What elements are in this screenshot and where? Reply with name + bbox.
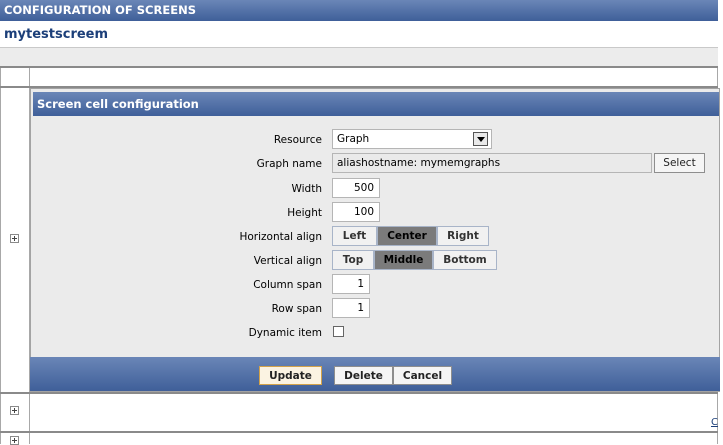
page-title: CONFIGURATION OF SCREENS [4, 3, 196, 17]
height-label: Height [287, 207, 322, 219]
corner-link-fragment[interactable]: C [711, 417, 718, 428]
cancel-button[interactable]: Cancel [393, 366, 452, 385]
column-span-label: Column span [253, 279, 322, 291]
valign-bottom-button[interactable]: Bottom [433, 250, 497, 270]
resource-value: Graph [337, 133, 370, 145]
height-input[interactable]: 100 [332, 202, 380, 222]
update-button[interactable]: Update [259, 366, 322, 385]
grid-row-divider [0, 431, 718, 433]
dynamic-item-checkbox[interactable] [333, 326, 344, 337]
grid-row-divider [0, 392, 718, 394]
toolbar-strip [0, 48, 718, 68]
dynamic-item-label: Dynamic item [248, 327, 322, 339]
column-span-input[interactable]: 1 [332, 274, 370, 294]
valign-middle-button[interactable]: Middle [374, 250, 433, 270]
row-span-label: Row span [271, 303, 322, 315]
row-span-input[interactable]: 1 [332, 298, 370, 318]
select-button[interactable]: Select [654, 153, 705, 173]
expand-plus-icon[interactable] [10, 406, 19, 415]
screen-name: mytestscreem [4, 27, 109, 42]
screen-name-row: mytestscreem [0, 21, 718, 48]
horizontal-align-label: Horizontal align [239, 231, 322, 243]
graph-name-label: Graph name [256, 158, 322, 170]
width-label: Width [291, 183, 322, 195]
halign-center-button[interactable]: Center [377, 226, 437, 246]
resource-select[interactable]: Graph [332, 129, 492, 149]
graph-name-field[interactable]: aliashostname: mymemgraphs [332, 153, 652, 173]
panel-header: Screen cell configuration [33, 92, 719, 116]
halign-right-button[interactable]: Right [437, 226, 489, 246]
valign-top-button[interactable]: Top [332, 250, 374, 270]
delete-button[interactable]: Delete [334, 366, 393, 385]
expand-plus-icon[interactable] [10, 234, 19, 243]
panel-title: Screen cell configuration [37, 97, 199, 111]
grid-divider [0, 68, 1, 444]
chevron-down-icon[interactable] [473, 132, 488, 146]
resource-label: Resource [273, 134, 322, 146]
vertical-align-label: Vertical align [253, 255, 322, 267]
halign-left-button[interactable]: Left [332, 226, 377, 246]
page-header: CONFIGURATION OF SCREENS [0, 0, 718, 21]
width-input[interactable]: 500 [332, 178, 380, 198]
